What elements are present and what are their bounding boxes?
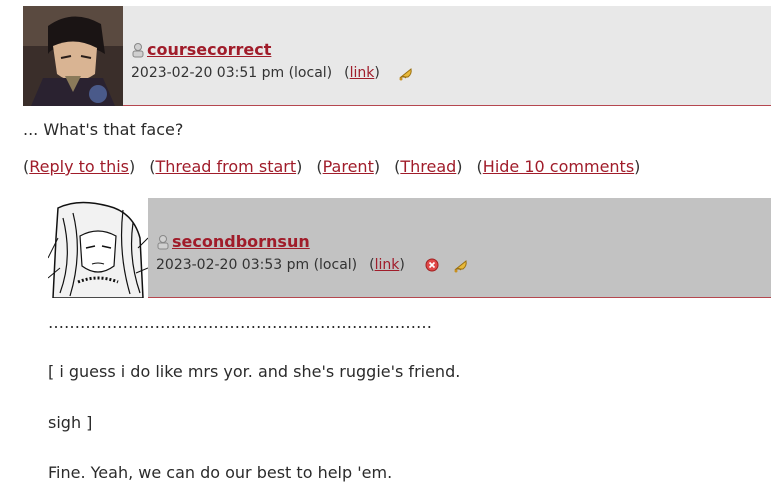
parent-link[interactable]: Parent — [323, 157, 374, 176]
comment-body-line: Fine. Yeah, we can do our best to help '… — [48, 463, 393, 482]
comment-body-line: ……………………………………………………………… — [48, 313, 432, 332]
reply-link[interactable]: Reply to this — [29, 157, 129, 176]
user-line: coursecorrect — [131, 40, 271, 59]
username-link[interactable]: secondbornsun — [172, 232, 310, 251]
user-line: secondbornsun — [156, 232, 310, 251]
permalink[interactable]: link — [375, 257, 400, 273]
comment-meta: 2023-02-20 03:53 pm (local) (link) — [156, 257, 469, 273]
comment-body-line: sigh ] — [48, 413, 93, 432]
bell-icon[interactable] — [453, 257, 469, 273]
username-link[interactable]: coursecorrect — [147, 40, 271, 59]
comment-header: coursecorrect 2023-02-20 03:51 pm (local… — [23, 6, 771, 106]
delete-icon[interactable] — [425, 258, 439, 272]
comment-body: ... What's that face? — [23, 120, 184, 139]
avatar[interactable] — [48, 198, 148, 298]
comment-actions: (Reply to this) (Thread from start) (Par… — [23, 157, 641, 176]
avatar[interactable] — [23, 6, 123, 106]
hide-comments-link[interactable]: Hide 10 comments — [483, 157, 634, 176]
user-icon[interactable] — [156, 234, 170, 250]
timestamp: 2023-02-20 03:51 pm (local) — [131, 65, 333, 81]
comment-body-line: [ i guess i do like mrs yor. and she's r… — [48, 362, 461, 381]
comment-meta: 2023-02-20 03:51 pm (local) (link) — [131, 65, 414, 81]
permalink[interactable]: link — [350, 65, 375, 81]
comment-header: secondbornsun 2023-02-20 03:53 pm (local… — [48, 198, 771, 298]
user-icon[interactable] — [131, 42, 145, 58]
thread-link[interactable]: Thread — [400, 157, 456, 176]
bell-icon[interactable] — [398, 65, 414, 81]
thread-from-start-link[interactable]: Thread from start — [156, 157, 297, 176]
timestamp: 2023-02-20 03:53 pm (local) — [156, 257, 358, 273]
